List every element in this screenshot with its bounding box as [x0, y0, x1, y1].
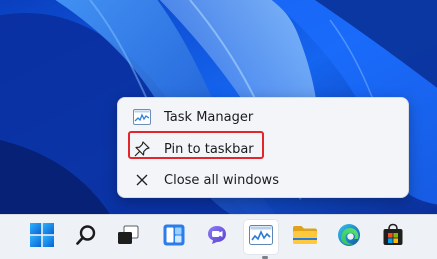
- task-view-button[interactable]: [110, 219, 146, 255]
- file-explorer-button[interactable]: [287, 219, 323, 255]
- task-view-icon: [116, 224, 140, 250]
- task-manager-icon: [132, 107, 152, 127]
- jump-list-menu: Task Manager Pin to taskbar Close all wi…: [117, 97, 409, 198]
- close-all-windows-item[interactable]: Close all windows: [124, 165, 402, 195]
- pin-to-taskbar-item[interactable]: Pin to taskbar: [124, 131, 402, 164]
- close-icon: [132, 170, 152, 190]
- edge-icon: [337, 223, 361, 251]
- edge-browser-button[interactable]: [331, 219, 367, 255]
- pin-highlight-outline: [128, 131, 264, 159]
- widgets-icon: [162, 223, 186, 251]
- jump-list-app-item[interactable]: Task Manager: [124, 102, 402, 132]
- widgets-button[interactable]: [156, 219, 192, 255]
- taskbar: [0, 214, 437, 259]
- microsoft-store-button[interactable]: [375, 219, 411, 255]
- windows-logo-icon: [30, 223, 54, 251]
- start-button[interactable]: [24, 219, 60, 255]
- close-all-windows-label: Close all windows: [164, 172, 279, 188]
- task-manager-icon: [249, 225, 273, 249]
- task-manager-taskbar-button[interactable]: [243, 219, 279, 255]
- search-icon: [75, 224, 97, 250]
- jump-list-app-label: Task Manager: [164, 109, 254, 125]
- folder-icon: [292, 224, 318, 250]
- teams-chat-icon: [205, 223, 229, 251]
- search-button[interactable]: [68, 219, 104, 255]
- chat-button[interactable]: [199, 219, 235, 255]
- store-icon: [382, 223, 404, 251]
